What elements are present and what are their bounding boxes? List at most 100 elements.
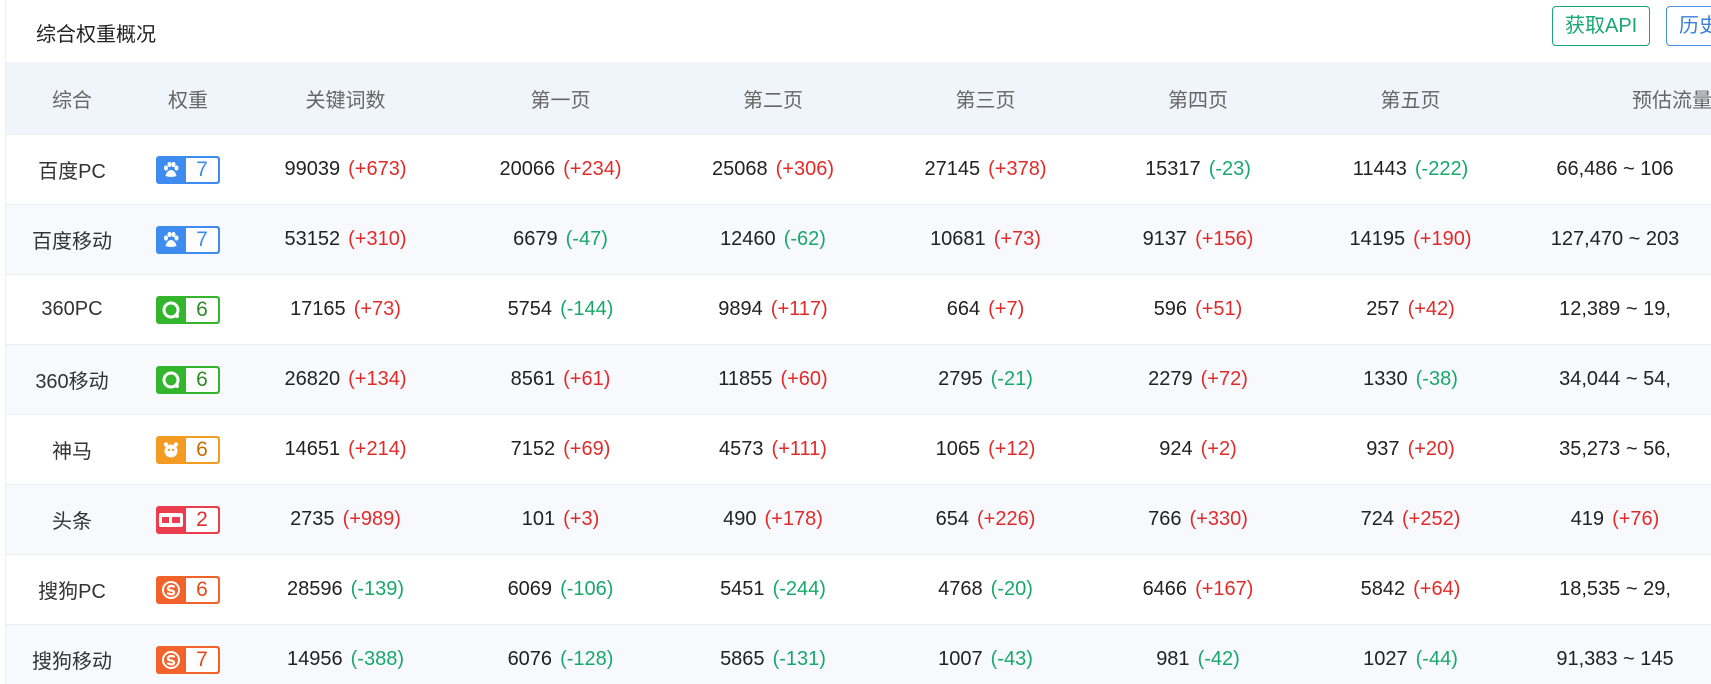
page4-change: (+51) <box>1195 298 1243 320</box>
keywords-value: 99039 <box>284 158 341 180</box>
page3-cell: 2795 (-21) <box>878 368 1093 391</box>
page2-change: (-62) <box>783 228 826 250</box>
page5-cell: 14195 (+190) <box>1303 228 1518 251</box>
page2-cell: 25068 (+306) <box>668 158 878 181</box>
page5-cell: 937 (+20) <box>1303 438 1518 461</box>
page5-change: (+190) <box>1413 228 1472 250</box>
weight-table: 综合 权重 关键词数 第一页 第二页 第三页 第四页 第五页 预估流量 百度PC… <box>6 62 1711 684</box>
keywords-change: (+214) <box>348 438 407 460</box>
table-row[interactable]: 360移动 6 26820 (+134) 8561 (+61) 11855 (+60) 2795… <box>6 344 1711 414</box>
baidu-paw-icon <box>156 156 186 184</box>
weight-level: 7 <box>186 647 218 672</box>
keywords-value: 28596 <box>287 578 343 600</box>
page4-change: (+2) <box>1200 438 1237 460</box>
col-header-page2[interactable]: 第二页 <box>668 84 878 113</box>
weight-badge[interactable]: 6 <box>156 365 220 394</box>
weight-level: 7 <box>186 157 218 182</box>
page3-change: (-43) <box>990 648 1033 670</box>
card-header: 综合权重概况 获取API 历史 <box>6 0 1711 62</box>
weight-badge[interactable]: 7 <box>156 155 220 184</box>
page5-cell: 1330 (-38) <box>1303 368 1518 391</box>
page1-change: (-128) <box>560 648 614 670</box>
page1-value: 20066 <box>499 158 556 180</box>
weight-badge[interactable]: 6 <box>156 575 220 604</box>
page1-cell: 6076 (-128) <box>453 648 668 671</box>
traffic-value: 18,535 ~ 29, <box>1559 578 1671 600</box>
page1-cell: 20066 (+234) <box>453 158 668 181</box>
page5-change: (+64) <box>1413 578 1461 600</box>
page4-cell: 15317 (-23) <box>1093 158 1303 181</box>
weight-badge[interactable]: 7 <box>156 225 220 254</box>
page5-change: (+20) <box>1407 438 1455 460</box>
col-header-engine[interactable]: 综合 <box>6 84 138 113</box>
get-api-button[interactable]: 获取API <box>1552 6 1651 46</box>
traffic-cell: 66,486 ~ 106 <box>1518 158 1711 181</box>
weight-badge[interactable]: 6 <box>156 295 220 324</box>
page1-change: (-47) <box>565 228 608 250</box>
page4-cell: 981 (-42) <box>1093 648 1303 671</box>
table-row[interactable]: 百度PC 7 99039 (+673) 20066 (+234) 25068 (+306) 27… <box>6 134 1711 204</box>
page1-value: 101 <box>521 508 556 530</box>
keywords-change: (-139) <box>350 578 404 600</box>
page1-value: 6076 <box>507 648 553 670</box>
traffic-change: (+76) <box>1612 508 1660 530</box>
col-header-page3[interactable]: 第三页 <box>878 84 1093 113</box>
page5-value: 937 <box>1366 438 1400 460</box>
traffic-value: 34,044 ~ 54, <box>1559 368 1671 390</box>
col-header-keywords[interactable]: 关键词数 <box>238 84 453 113</box>
table-row[interactable]: 神马 6 14651 (+214) 7152 (+69) 4573 (+111) 1065 (+1… <box>6 414 1711 484</box>
page1-cell: 8561 (+61) <box>453 368 668 391</box>
weight-cell: 7 <box>138 645 238 674</box>
page4-value: 9137 <box>1142 228 1188 250</box>
col-header-page4[interactable]: 第四页 <box>1093 84 1303 113</box>
engine-name[interactable]: 头条 <box>6 505 138 534</box>
table-row[interactable]: 搜狗PC 6 28596 (-139) 6069 (-106) 5451 (-244) 4768… <box>6 554 1711 624</box>
page1-value: 7152 <box>510 438 556 460</box>
weight-badge[interactable]: 2 <box>156 505 220 534</box>
keywords-cell: 53152 (+310) <box>238 228 453 251</box>
table-row[interactable]: 360PC 6 17165 (+73) 5754 (-144) 9894 (+117) 664 (… <box>6 274 1711 344</box>
page1-cell: 6679 (-47) <box>453 228 668 251</box>
table-row[interactable]: 搜狗移动 7 14956 (-388) 6076 (-128) 5865 (-131) 1007… <box>6 624 1711 684</box>
page2-change: (+117) <box>770 298 828 320</box>
page4-cell: 766 (+330) <box>1093 508 1303 531</box>
page3-value: 27145 <box>924 158 981 180</box>
page3-value: 4768 <box>938 578 983 600</box>
keywords-cell: 14956 (-388) <box>238 648 453 671</box>
weight-badge[interactable]: 6 <box>156 435 220 464</box>
engine-name[interactable]: 搜狗PC <box>6 575 138 604</box>
engine-name[interactable]: 360PC <box>6 298 138 321</box>
page2-cell: 11855 (+60) <box>668 368 878 391</box>
table-row[interactable]: 头条 2 2735 (+989) 101 (+3) 490 (+178) 654 (+226) 76… <box>6 484 1711 554</box>
page3-cell: 10681 (+73) <box>878 228 1093 251</box>
table-body: 百度PC 7 99039 (+673) 20066 (+234) 25068 (+306) 27… <box>6 134 1711 684</box>
traffic-cell: 35,273 ~ 56, <box>1518 438 1711 461</box>
page4-cell: 6466 (+167) <box>1093 578 1303 601</box>
table-row[interactable]: 百度移动 7 53152 (+310) 6679 (-47) 12460 (-62) 10681… <box>6 204 1711 274</box>
page2-cell: 4573 (+111) <box>668 438 878 461</box>
col-header-traffic[interactable]: 预估流量 <box>1518 84 1711 113</box>
history-button[interactable]: 历史 <box>1666 6 1711 46</box>
col-header-page5[interactable]: 第五页 <box>1303 84 1518 113</box>
engine-name[interactable]: 百度PC <box>6 155 138 184</box>
engine-name[interactable]: 百度移动 <box>6 225 138 254</box>
page5-value: 14195 <box>1349 228 1406 250</box>
weight-level: 2 <box>186 507 218 532</box>
shenma-icon <box>156 436 186 464</box>
page2-change: (+178) <box>764 508 823 530</box>
weight-level: 7 <box>186 227 218 252</box>
col-header-weight[interactable]: 权重 <box>138 84 238 113</box>
keywords-value: 2735 <box>290 508 335 530</box>
page3-value: 664 <box>946 298 981 320</box>
weight-badge[interactable]: 7 <box>156 645 220 674</box>
traffic-cell: 419 (+76) <box>1518 508 1711 531</box>
keywords-cell: 99039 (+673) <box>238 158 453 181</box>
page2-value: 12460 <box>720 228 776 250</box>
page5-change: (+42) <box>1407 298 1455 320</box>
keywords-cell: 17165 (+73) <box>238 298 453 321</box>
engine-name[interactable]: 360移动 <box>6 365 138 394</box>
page2-value: 9894 <box>718 298 763 320</box>
col-header-page1[interactable]: 第一页 <box>453 84 668 113</box>
engine-name[interactable]: 神马 <box>6 435 138 464</box>
engine-name[interactable]: 搜狗移动 <box>6 645 138 674</box>
